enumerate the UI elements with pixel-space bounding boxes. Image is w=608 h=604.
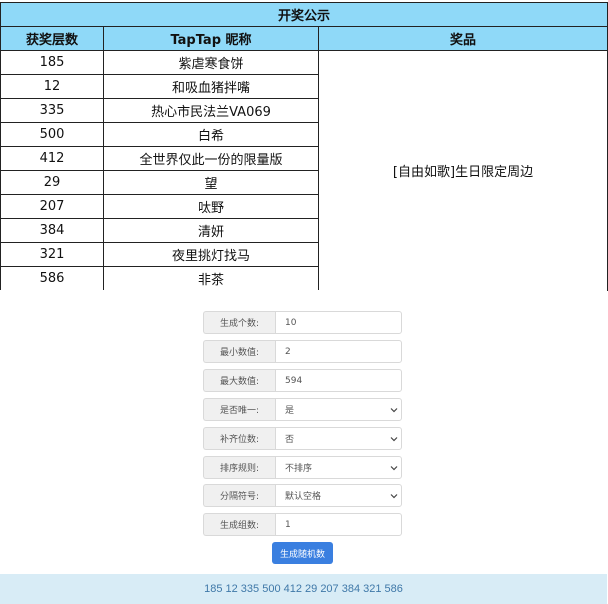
nickname-cell: 夜里挑灯找马 (103, 242, 319, 267)
min-row: 最小数值: 2 (203, 340, 402, 363)
column-header-nickname: TapTap 昵称 (103, 26, 319, 51)
pad-value: 否 (285, 435, 295, 445)
sort-row: 排序规则: 不排序 (203, 456, 402, 479)
column-header-floor: 获奖层数 (0, 26, 104, 51)
nickname-cell: 清妍 (103, 218, 319, 243)
sort-value: 不排序 (285, 464, 313, 474)
separator-label: 分隔符号: (203, 484, 275, 507)
floor-cell: 185 (0, 50, 104, 75)
column-header-prize: 奖品 (318, 26, 608, 51)
chevron-down-icon (390, 494, 398, 499)
table-row: 185 紫虐寒食饼 [自由如歌]生日限定周边 (0, 50, 608, 291)
min-input[interactable]: 2 (275, 340, 402, 363)
generate-button[interactable]: 生成随机数 (272, 542, 333, 564)
nickname-cell: 白希 (103, 122, 319, 147)
max-label: 最大数值: (203, 369, 275, 392)
count-row: 生成个数: 10 (203, 311, 402, 334)
pad-label: 补齐位数: (203, 427, 275, 450)
floor-cell: 207 (0, 194, 104, 219)
max-row: 最大数值: 594 (203, 369, 402, 392)
nickname-cell: 望 (103, 170, 319, 195)
chevron-down-icon (390, 466, 398, 471)
nickname-cell: 全世界仅此一份的限量版 (103, 146, 319, 171)
pad-select[interactable]: 否 (275, 427, 402, 450)
prize-cell: [自由如歌]生日限定周边 (318, 50, 608, 291)
groups-label: 生成组数: (203, 513, 275, 536)
count-label: 生成个数: (203, 311, 275, 334)
nickname-cell: 紫虐寒食饼 (103, 50, 319, 75)
floor-cell: 412 (0, 146, 104, 171)
floor-cell: 29 (0, 170, 104, 195)
floor-cell: 384 (0, 218, 104, 243)
pad-row: 补齐位数: 否 (203, 427, 402, 450)
award-table: 开奖公示 获奖层数 TapTap 昵称 奖品 185 紫虐寒食饼 [自由如歌]生… (0, 2, 608, 291)
chevron-down-icon (390, 408, 398, 413)
result-output: 185 12 335 500 412 29 207 384 321 586 (0, 574, 607, 604)
unique-row: 是否唯一: 是 (203, 398, 402, 421)
groups-input[interactable]: 1 (275, 513, 402, 536)
sort-select[interactable]: 不排序 (275, 456, 402, 479)
min-label: 最小数值: (203, 340, 275, 363)
separator-row: 分隔符号: 默认空格 (203, 484, 402, 507)
chevron-down-icon (390, 437, 398, 442)
nickname-cell: 呔野 (103, 194, 319, 219)
floor-cell: 335 (0, 98, 104, 123)
floor-cell: 12 (0, 74, 104, 99)
unique-select[interactable]: 是 (275, 398, 402, 421)
unique-label: 是否唯一: (203, 398, 275, 421)
groups-row: 生成组数: 1 (203, 513, 402, 536)
floor-cell: 586 (0, 266, 104, 291)
separator-value: 默认空格 (285, 492, 322, 502)
floor-cell: 500 (0, 122, 104, 147)
count-input[interactable]: 10 (275, 311, 402, 334)
nickname-cell: 和吸血猪拌嘴 (103, 74, 319, 99)
nickname-cell: 非茶 (103, 266, 319, 291)
separator-select[interactable]: 默认空格 (275, 484, 402, 507)
sort-label: 排序规则: (203, 456, 275, 479)
table-caption: 开奖公示 (0, 2, 608, 27)
floor-cell: 321 (0, 242, 104, 267)
nickname-cell: 热心市民法兰VA069 (103, 98, 319, 123)
unique-value: 是 (285, 406, 295, 416)
max-input[interactable]: 594 (275, 369, 402, 392)
